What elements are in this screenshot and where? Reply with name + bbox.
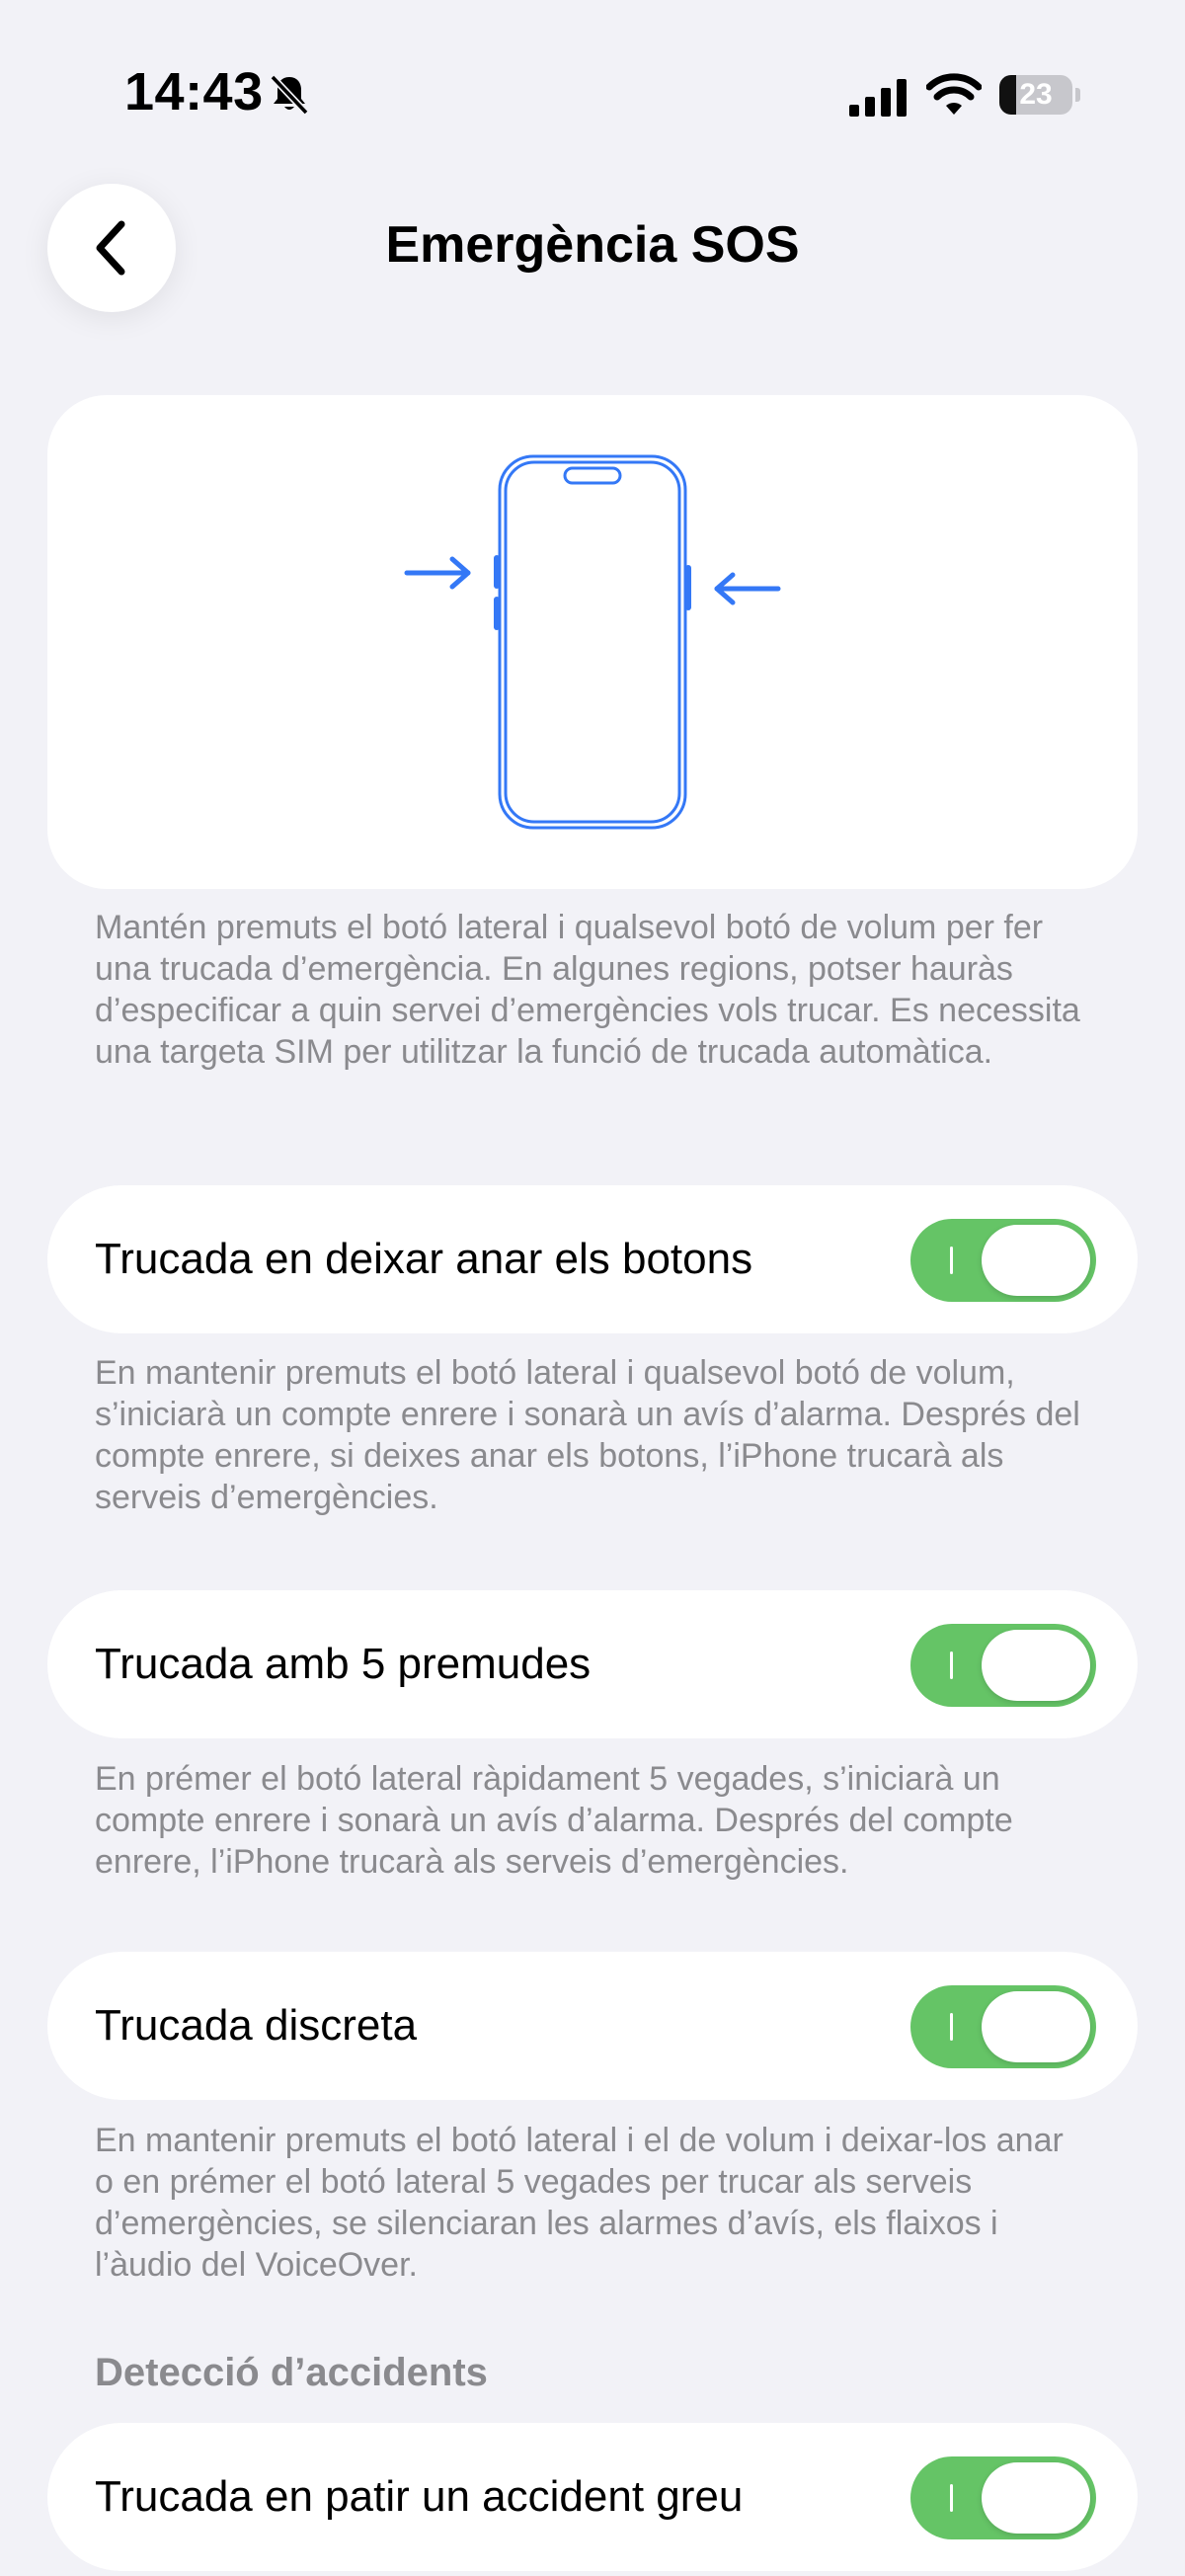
call-with-hold-and-release-footer: En mantenir premuts el botó lateral i qu… [95, 1354, 1080, 1516]
cellular-signal-icon [849, 79, 907, 117]
page-title: Emergència SOS [385, 216, 800, 274]
call-with-5-presses-footer: En prémer el botó lateral ràpidament 5 v… [95, 1760, 1013, 1881]
status-bar: 14:43 23 [0, 0, 1185, 188]
battery-level: 23 [1019, 78, 1053, 111]
call-with-hold-and-release-toggle[interactable] [910, 1219, 1096, 1302]
arrow-right-icon [404, 556, 471, 590]
row-label: Trucada en deixar anar els botons [95, 1235, 753, 1283]
bell-slash-icon [270, 74, 309, 116]
wifi-icon [926, 73, 982, 115]
call-after-severe-crash-toggle[interactable] [910, 2456, 1096, 2539]
crash-detection-header: Detecció d’accidents [95, 2351, 488, 2394]
row-label: Trucada discreta [95, 2001, 418, 2050]
row-label: Trucada en patir un accident greu [95, 2472, 744, 2521]
call-after-severe-crash-row: Trucada en patir un accident greu [47, 2423, 1138, 2571]
status-time: 14:43 [124, 62, 264, 121]
call-with-5-presses-toggle[interactable] [910, 1624, 1096, 1707]
call-quietly-row: Trucada discreta [47, 1952, 1138, 2100]
battery-icon: 23 [999, 75, 1080, 117]
row-label: Trucada amb 5 premudes [95, 1640, 592, 1688]
call-with-5-presses-row: Trucada amb 5 premudes [47, 1590, 1138, 1738]
call-quietly-footer: En mantenir premuts el botó lateral i el… [95, 2122, 1064, 2284]
iphone-side-buttons-illustration [404, 454, 781, 830]
call-with-hold-and-release-row: Trucada en deixar anar els botons [47, 1185, 1138, 1333]
sos-description: Mantén premuts el botó lateral i qualsev… [95, 909, 1080, 1071]
sos-illustration-card [47, 395, 1138, 889]
arrow-left-icon [714, 572, 781, 605]
call-quietly-toggle[interactable] [910, 1985, 1096, 2068]
